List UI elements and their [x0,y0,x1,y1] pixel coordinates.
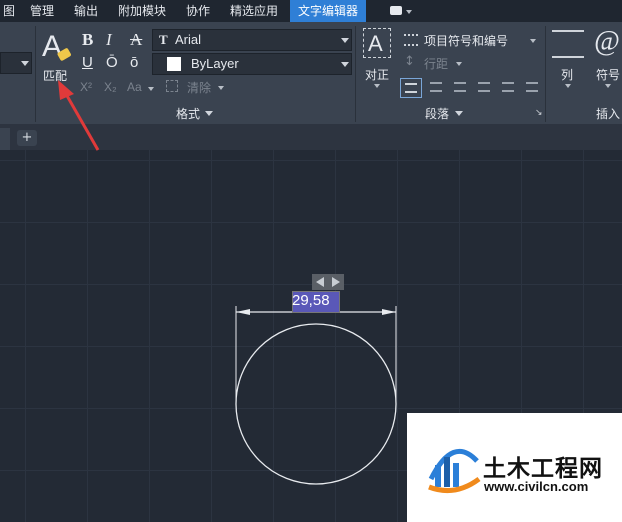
circle-entity[interactable] [235,323,397,485]
text-move-grip[interactable] [312,274,344,290]
watermark-url: www.civilcn.com [484,479,589,494]
watermark-brand: 土木工程网 [483,456,603,482]
annotation-arrow [58,80,100,151]
dimension-text[interactable]: 29,58 [292,291,330,311]
watermark: 土木工程网 www.civilcn.com [407,413,622,522]
diameter-dimension[interactable] [235,306,397,404]
civilcn-logo [428,448,481,494]
